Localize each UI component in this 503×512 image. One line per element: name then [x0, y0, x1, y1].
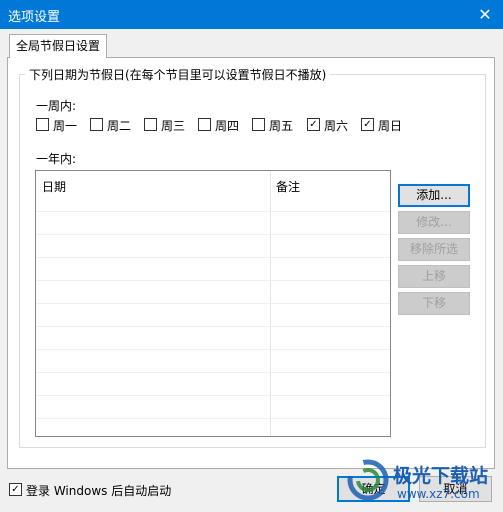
list-row-line — [36, 280, 390, 281]
window-title: 选项设置 — [8, 10, 61, 25]
edit-button[interactable]: 修改... — [398, 211, 470, 234]
checkbox-mon[interactable] — [36, 118, 49, 131]
close-button[interactable]: ✕ — [467, 0, 503, 29]
list-header: 日期 备注 — [36, 171, 390, 199]
holiday-group-label: 下列日期为节假日(在每个节目里可以设置节假日不播放) — [25, 66, 331, 83]
checkbox-tue[interactable] — [90, 118, 103, 131]
move-up-button[interactable]: 上移 — [398, 265, 470, 288]
week-label: 一周内: — [36, 99, 77, 113]
weekday-mon-label: 周一 — [53, 119, 78, 133]
weekday-fri-label: 周五 — [269, 119, 294, 133]
checkbox-wed[interactable] — [144, 118, 157, 131]
watermark-swirl-icon — [347, 459, 389, 501]
list-row-line — [36, 395, 390, 396]
move-down-button[interactable]: 下移 — [398, 292, 470, 315]
add-button[interactable]: 添加... — [398, 184, 470, 207]
checkbox-sat[interactable]: ✓ — [307, 118, 320, 131]
checkbox-sun[interactable]: ✓ — [361, 118, 374, 131]
list-row-line — [36, 326, 390, 327]
tab-holiday-settings[interactable]: 全局节假日设置 — [9, 34, 107, 58]
autostart-label: 登录 Windows 后自动启动 — [26, 484, 172, 498]
weekday-sun-label: 周日 — [378, 119, 403, 133]
remove-selected-button[interactable]: 移除所选 — [398, 238, 470, 261]
checkbox-thu[interactable] — [198, 118, 211, 131]
list-row-line — [36, 303, 390, 304]
year-label: 一年内: — [36, 152, 77, 166]
column-header-note[interactable]: 备注 — [276, 178, 300, 195]
list-row-line — [36, 257, 390, 258]
list-row-line — [36, 418, 390, 419]
title-bar: 选项设置 ✕ — [0, 0, 503, 29]
list-row-line — [36, 234, 390, 235]
weekday-thu-label: 周四 — [215, 119, 240, 133]
list-row-line — [36, 372, 390, 373]
autostart-checkbox[interactable]: ✓ — [9, 483, 22, 496]
checkbox-fri[interactable] — [252, 118, 265, 131]
list-row-line — [36, 349, 390, 350]
weekday-sat-label: 周六 — [324, 119, 349, 133]
list-row-line — [36, 211, 390, 212]
watermark-text: 极光下载站 — [393, 465, 489, 487]
column-header-date[interactable]: 日期 — [42, 178, 66, 195]
weekday-tue-label: 周二 — [107, 119, 132, 133]
weekday-wed-label: 周三 — [161, 119, 186, 133]
watermark-logo: 极光下载站 www.xz7.com — [345, 455, 497, 507]
watermark-url: www.xz7.com — [397, 487, 480, 501]
holiday-list[interactable]: 日期 备注 — [35, 170, 391, 437]
